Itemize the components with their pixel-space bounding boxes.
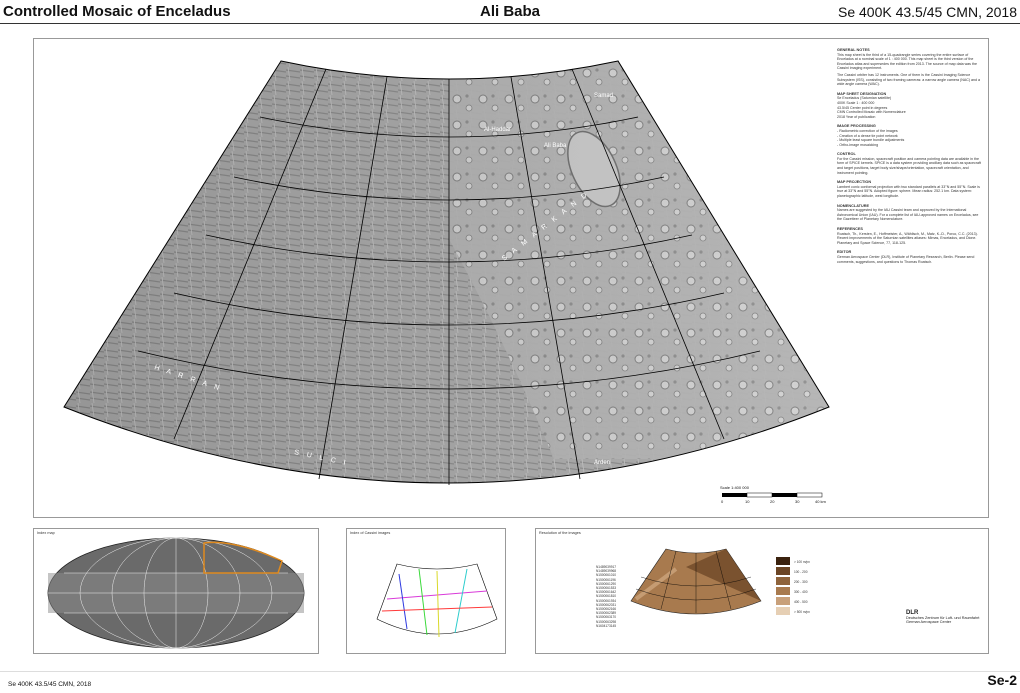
feature-label-12: Arden	[594, 460, 610, 466]
notes-references-text: Roatsch, Th., Kersten, E., Hoffmeister, …	[837, 231, 978, 245]
notes-editor-text: German Aerospace Center (DLR), Institute…	[837, 254, 975, 264]
feature-label-2: Al-Haddar	[484, 127, 511, 133]
resolution-legend: > 100 m/px 100 - 200 200 - 300 300 - 400…	[776, 557, 810, 615]
sheet-number: Se-2	[987, 672, 1017, 688]
legend-label: 200 - 300	[794, 580, 808, 584]
map-sheet: S A M A R K A N D H A R R A N S U L C I …	[33, 38, 989, 518]
processing-item: - Ortho-image mosaicking	[837, 142, 879, 147]
image-index-title: Index of Cassini images	[350, 531, 391, 535]
sheet-designation: Se 400K 43.5/45 CMN, 2018	[837, 4, 1017, 20]
scale-tick-0: 0	[721, 499, 724, 504]
notes-general-p2: The Cassini orbiter has 12 instruments. …	[837, 72, 981, 87]
designation-item: 2018 Year of publication	[837, 114, 876, 119]
image-id: N1604173145	[596, 623, 617, 628]
image-index-panel: Index of Cassini images	[346, 528, 506, 654]
feature-label-1: Samad	[594, 93, 613, 99]
index-map-title: Index map	[37, 531, 55, 535]
legend-label: 300 - 400	[794, 590, 808, 594]
scale-graphic	[722, 492, 823, 498]
resolution-panel: Resolution of the images N1489039917 N14…	[535, 528, 989, 654]
image-id-list: N1489039917 N1489039968 N1500061010 N150…	[596, 565, 616, 628]
image-id: N1500061010	[596, 573, 617, 578]
notes-control-text: For the Cassini mission, spacecraft posi…	[837, 156, 982, 175]
footer-designation: Se 400K 43.5/45 CMN, 2018	[8, 681, 92, 688]
scale-tick-3: 30	[795, 499, 800, 504]
scale-title: Scale 1:400 000	[720, 485, 749, 490]
index-map-panel: Index map	[33, 528, 319, 654]
resolution-title: Resolution of the images	[539, 531, 581, 535]
scale-tick-2: 20	[770, 499, 775, 504]
notes-projection-text: Lambert conic conformal projection with …	[837, 184, 980, 199]
title-bar: Controlled Mosaic of Enceladus Ali Baba …	[0, 0, 1020, 24]
notes-nomenclature-text: Names are suggested by the IAU Cassini t…	[837, 208, 979, 222]
index-map-graphic[interactable]	[34, 529, 318, 653]
dlr-sub: German Aerospace Center	[906, 620, 952, 624]
legend-label: 400 - 500	[794, 600, 808, 604]
scale-tick-1: 10	[745, 499, 750, 504]
scale-tick-4: 40 km	[815, 499, 826, 504]
image-id: N1500061810	[596, 594, 617, 599]
notes-column: GENERAL NOTES This map sheet is the thir…	[837, 43, 983, 266]
footer-divider	[0, 671, 1020, 672]
dlr-credit: DLR Deutsches Zentrum für Luft- und Raum…	[906, 610, 979, 625]
legend-label: > 100 m/px	[794, 560, 810, 564]
legend-label: > 500 m/px	[794, 610, 810, 614]
legend-label: 100 - 200	[794, 570, 808, 574]
image-footprints[interactable]	[347, 529, 505, 653]
scale-bar: Scale 1:400 000 0 10 20 30 40 km	[720, 485, 830, 511]
notes-general-p1: This map sheet is the third of a 15-quad…	[837, 52, 977, 71]
feature-label-3: Ali Baba	[544, 143, 567, 149]
